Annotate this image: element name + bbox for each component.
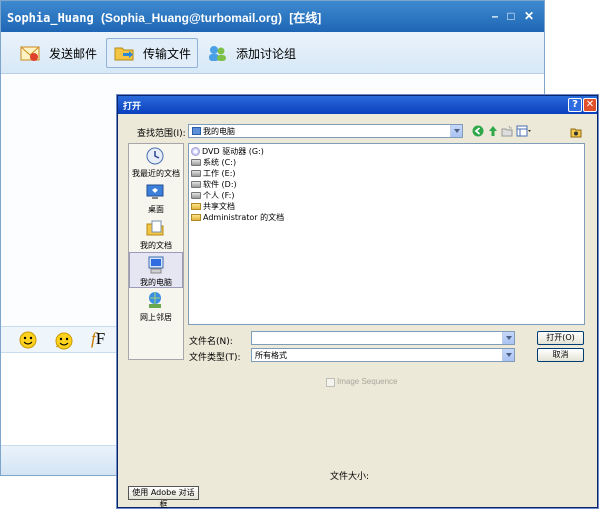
- use-adobe-dialog-button[interactable]: 使用 Adobe 对话框: [128, 486, 199, 509]
- network-icon: [145, 290, 165, 310]
- close-icon[interactable]: ✕: [583, 98, 597, 112]
- send-mail-button[interactable]: 发送邮件: [13, 38, 103, 68]
- my-computer-icon: [146, 255, 166, 275]
- close-icon[interactable]: ✕: [521, 8, 537, 24]
- drive-icon: [191, 159, 201, 166]
- view-menu-icon[interactable]: [516, 125, 532, 137]
- list-item[interactable]: 工作 (E:): [191, 168, 236, 179]
- chevron-down-icon[interactable]: [502, 332, 514, 344]
- back-icon[interactable]: [472, 125, 484, 137]
- animated-emoticon-icon[interactable]: [54, 331, 73, 350]
- font-icon[interactable]: fF: [91, 329, 109, 348]
- my-documents-icon: [145, 218, 165, 238]
- add-discussion-button[interactable]: 添加讨论组: [200, 38, 302, 68]
- place-label: 桌面: [148, 205, 164, 214]
- filename-input[interactable]: [251, 331, 515, 345]
- bridge-icon[interactable]: [570, 126, 582, 138]
- list-item[interactable]: 共享文档: [191, 201, 235, 212]
- place-network[interactable]: 网上邻居: [129, 288, 183, 324]
- place-label: 我的文档: [140, 241, 172, 250]
- up-folder-icon[interactable]: [487, 125, 499, 137]
- maximize-icon[interactable]: □: [503, 8, 519, 24]
- minimize-icon[interactable]: –: [487, 8, 503, 24]
- drive-icon: [191, 170, 201, 177]
- place-my-documents[interactable]: 我的文档: [129, 216, 183, 252]
- chevron-down-icon[interactable]: [450, 125, 462, 137]
- open-file-dialog: 打开 ? ✕ 查找范围(I): 我的电脑 我最近的文档 桌面 我的文档 我的电脑…: [117, 95, 598, 509]
- transfer-file-label: 传输文件: [143, 46, 192, 61]
- list-item[interactable]: 个人 (F:): [191, 190, 234, 201]
- drive-icon: [191, 181, 201, 188]
- list-item[interactable]: 系统 (C:): [191, 157, 236, 168]
- group-icon: [206, 42, 228, 64]
- new-folder-icon[interactable]: [501, 125, 513, 137]
- look-in-label: 查找范围(I):: [137, 129, 186, 139]
- place-label: 我最近的文档: [132, 169, 180, 178]
- list-item[interactable]: DVD 驱动器 (G:): [191, 146, 264, 157]
- places-bar: 我最近的文档 桌面 我的文档 我的电脑 网上邻居: [128, 143, 184, 360]
- look-in-select[interactable]: 我的电脑: [188, 124, 463, 138]
- folder-icon: [191, 214, 201, 221]
- contact-name: Sophia_Huang: [7, 11, 94, 25]
- desktop-icon: [145, 182, 165, 202]
- contact-email: (Sophia_Huang@turbomail.org): [100, 11, 282, 25]
- transfer-file-button[interactable]: 传输文件: [106, 38, 199, 68]
- dvd-drive-icon: [191, 147, 200, 156]
- filename-label: 文件名(N):: [189, 337, 233, 347]
- file-size-label: 文件大小:: [330, 472, 370, 482]
- recent-docs-icon: [145, 146, 165, 166]
- place-label: 我的电脑: [140, 278, 172, 287]
- add-discussion-label: 添加讨论组: [236, 46, 297, 61]
- folder-icon: [113, 42, 135, 64]
- place-recent-documents[interactable]: 我最近的文档: [129, 144, 183, 180]
- chat-title: Sophia_Huang (Sophia_Huang@turbomail.org…: [7, 9, 321, 26]
- place-desktop[interactable]: 桌面: [129, 180, 183, 216]
- smiley-icon[interactable]: [19, 331, 37, 349]
- place-my-computer[interactable]: 我的电脑: [129, 252, 183, 288]
- dialog-title: 打开: [123, 102, 142, 112]
- filetype-label: 文件类型(T):: [189, 353, 241, 363]
- file-list[interactable]: DVD 驱动器 (G:) 系统 (C:) 工作 (E:) 软件 (D:) 个人 …: [188, 143, 585, 325]
- dialog-titlebar[interactable]: 打开 ? ✕: [118, 96, 597, 114]
- filetype-select[interactable]: 所有格式: [251, 348, 515, 362]
- computer-icon: [192, 127, 201, 135]
- open-button[interactable]: 打开(O): [537, 331, 584, 345]
- list-item[interactable]: Administrator 的文档: [191, 212, 284, 223]
- filetype-value: 所有格式: [255, 351, 287, 360]
- drive-icon: [191, 192, 201, 199]
- envelope-icon: [19, 42, 41, 64]
- chat-toolbar: 发送邮件 传输文件 添加讨论组: [1, 32, 544, 74]
- image-sequence-checkbox[interactable]: [326, 378, 335, 387]
- folder-icon: [191, 203, 201, 210]
- place-label: 网上邻居: [140, 313, 172, 322]
- chat-titlebar[interactable]: Sophia_Huang (Sophia_Huang@turbomail.org…: [1, 1, 544, 32]
- contact-status: [在线]: [289, 11, 322, 25]
- list-item[interactable]: 软件 (D:): [191, 179, 237, 190]
- chevron-down-icon[interactable]: [502, 349, 514, 361]
- help-icon[interactable]: ?: [568, 98, 582, 112]
- look-in-value: 我的电脑: [203, 127, 235, 136]
- image-sequence-label: Image Sequence: [337, 377, 398, 386]
- send-mail-label: 发送邮件: [49, 46, 98, 61]
- cancel-button[interactable]: 取消: [537, 348, 584, 362]
